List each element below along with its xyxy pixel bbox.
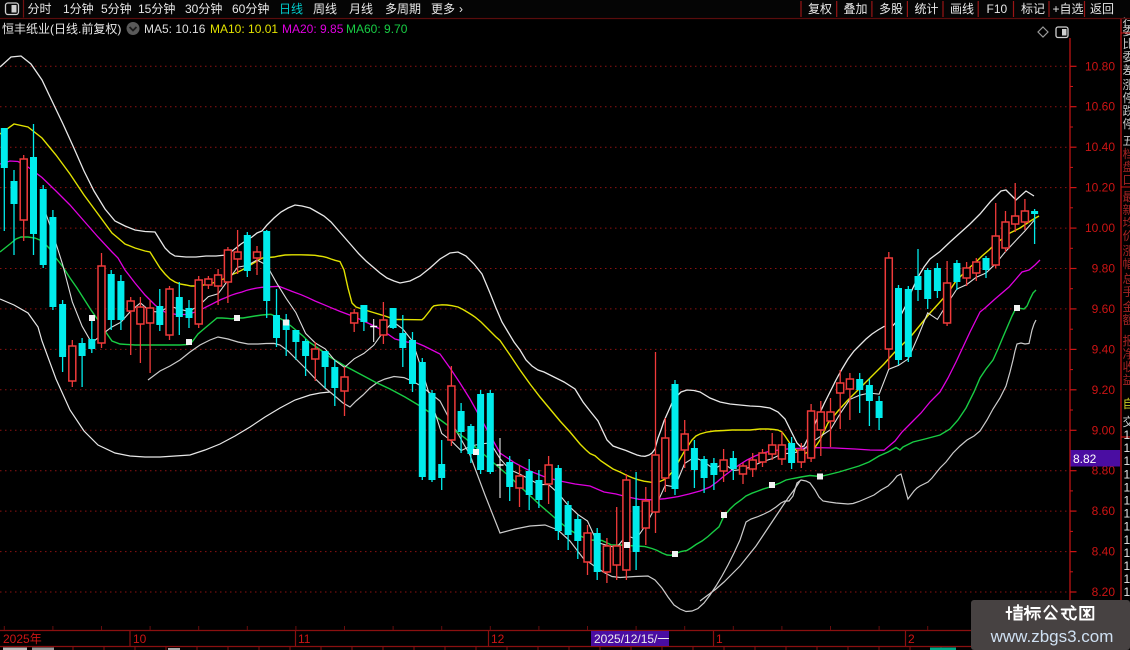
- svg-text:标记: 标记: [1021, 2, 1045, 16]
- svg-text:报: 报: [1123, 333, 1130, 348]
- svg-text:周线: 周线: [313, 2, 337, 16]
- svg-text:9.20: 9.20: [1092, 383, 1116, 397]
- svg-text:30分钟: 30分钟: [185, 1, 222, 16]
- svg-text:www.zbgs3.com: www.zbgs3.com: [990, 627, 1114, 646]
- svg-text:›: ›: [459, 2, 463, 16]
- svg-text:恒丰纸业(日线.前复权): 恒丰纸业(日线.前复权): [2, 21, 121, 36]
- svg-text:10.40: 10.40: [1085, 140, 1115, 154]
- svg-text:5分钟: 5分钟: [101, 1, 132, 16]
- svg-text:总: 总: [1123, 272, 1130, 286]
- svg-text:1: 1: [1124, 454, 1130, 468]
- svg-text:口: 口: [1123, 173, 1130, 187]
- svg-text:叠加: 叠加: [844, 2, 868, 16]
- svg-text:五: 五: [1123, 134, 1130, 148]
- svg-text:+自选: +自选: [1053, 2, 1084, 16]
- svg-text:8.60: 8.60: [1092, 504, 1116, 518]
- svg-text:多周期: 多周期: [385, 2, 421, 16]
- svg-text:统计: 统计: [915, 2, 939, 16]
- svg-text:画线: 画线: [950, 2, 974, 16]
- svg-text:MA10: 10.01: MA10: 10.01: [210, 22, 278, 36]
- svg-text:F10: F10: [987, 2, 1008, 16]
- svg-text:净: 净: [1123, 347, 1130, 361]
- svg-text:1分钟: 1分钟: [63, 1, 94, 16]
- svg-text:10.20: 10.20: [1085, 181, 1115, 195]
- svg-text:9.00: 9.00: [1092, 423, 1116, 437]
- svg-text:9.60: 9.60: [1092, 302, 1116, 316]
- svg-text:最: 最: [1123, 190, 1130, 204]
- svg-text:盘: 盘: [1123, 159, 1130, 174]
- svg-text:手: 手: [1123, 285, 1130, 299]
- svg-text:委: 委: [1123, 50, 1130, 64]
- svg-text:收: 收: [1123, 360, 1130, 374]
- svg-text:8.20: 8.20: [1092, 585, 1116, 599]
- svg-text:1: 1: [1124, 494, 1130, 508]
- svg-text:8.82: 8.82: [1073, 452, 1097, 466]
- svg-text:月线: 月线: [349, 2, 373, 16]
- svg-text:1: 1: [1124, 520, 1130, 534]
- svg-text:2025/12/15/一: 2025/12/15/一: [594, 632, 669, 646]
- svg-text:多股: 多股: [879, 2, 903, 16]
- svg-text:MA60: 9.70: MA60: 9.70: [346, 22, 408, 36]
- svg-text:差: 差: [1123, 63, 1130, 77]
- svg-text:比: 比: [1123, 37, 1130, 51]
- svg-text:分时: 分时: [28, 2, 52, 16]
- svg-text:1: 1: [1124, 585, 1130, 599]
- svg-text:1: 1: [1124, 572, 1130, 586]
- svg-text:MA20: 9.85: MA20: 9.85: [282, 22, 344, 36]
- svg-text:跌: 跌: [1123, 103, 1130, 118]
- svg-text:幅: 幅: [1123, 256, 1130, 271]
- svg-text:2: 2: [908, 632, 915, 646]
- svg-text:复权: 复权: [808, 2, 832, 16]
- svg-text:11: 11: [298, 632, 311, 646]
- svg-text:1: 1: [1124, 467, 1130, 481]
- svg-text:1: 1: [1124, 480, 1130, 494]
- svg-text:益: 益: [1123, 373, 1130, 387]
- svg-text:交: 交: [1123, 414, 1130, 429]
- svg-text:价: 价: [1123, 229, 1130, 243]
- svg-text:1: 1: [1124, 441, 1130, 455]
- svg-text:60分钟: 60分钟: [232, 1, 269, 16]
- svg-text:1: 1: [716, 632, 723, 646]
- svg-text:涨: 涨: [1123, 77, 1130, 92]
- svg-text:档: 档: [1123, 147, 1130, 161]
- svg-text:额: 额: [1123, 313, 1130, 327]
- svg-text:1: 1: [1124, 507, 1130, 521]
- svg-text:均: 均: [1123, 216, 1130, 230]
- svg-text:更多: 更多: [431, 2, 455, 16]
- svg-text:10: 10: [133, 632, 147, 646]
- svg-text:8.40: 8.40: [1092, 545, 1116, 559]
- svg-text:9.80: 9.80: [1092, 262, 1116, 276]
- svg-text:15分钟: 15分钟: [138, 1, 175, 16]
- svg-text:10.00: 10.00: [1085, 221, 1115, 235]
- svg-text:自: 自: [1123, 397, 1130, 411]
- svg-text:委: 委: [1123, 24, 1130, 38]
- svg-text:1: 1: [1124, 546, 1130, 560]
- svg-text:9.40: 9.40: [1092, 342, 1116, 356]
- svg-text:停: 停: [1123, 90, 1130, 105]
- svg-text:返回: 返回: [1090, 2, 1114, 16]
- svg-text:停: 停: [1123, 116, 1130, 131]
- svg-text:2025年: 2025年: [3, 632, 42, 646]
- svg-text:日线: 日线: [279, 2, 303, 16]
- svg-text:1: 1: [1124, 559, 1130, 573]
- svg-text:1: 1: [1124, 533, 1130, 547]
- svg-text:12: 12: [491, 632, 505, 646]
- svg-text:10.80: 10.80: [1085, 59, 1115, 73]
- svg-text:10.60: 10.60: [1085, 100, 1115, 114]
- svg-text:MA5: 10.16: MA5: 10.16: [144, 22, 206, 36]
- svg-text:金: 金: [1123, 299, 1130, 314]
- svg-text:新: 新: [1123, 202, 1130, 217]
- svg-text:1: 1: [1124, 428, 1130, 442]
- svg-text:涨: 涨: [1123, 243, 1130, 258]
